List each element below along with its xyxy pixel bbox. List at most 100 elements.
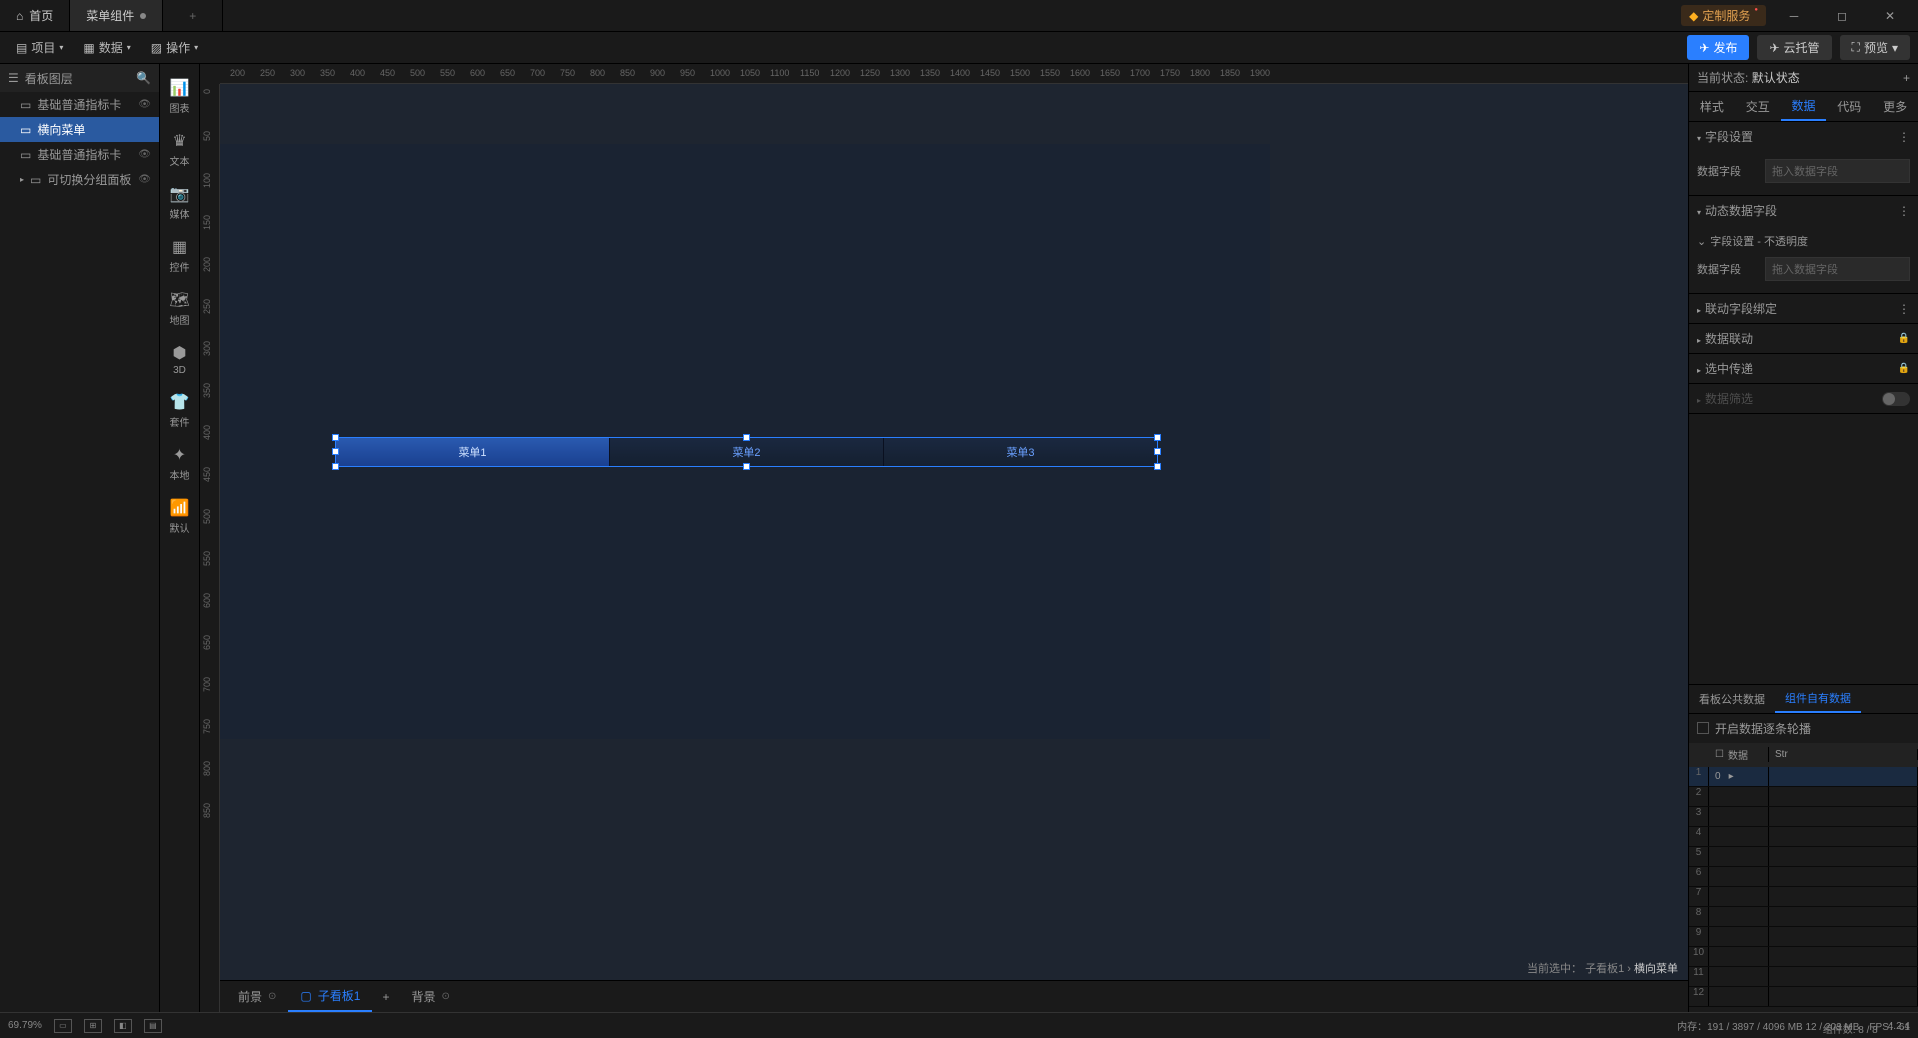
minimize-button[interactable]: ─ [1774,0,1814,32]
layer-item-1[interactable]: ▭横向菜单 [0,117,159,142]
resize-handle-tl[interactable] [332,434,339,441]
grid-cell[interactable]: 0▸ [1709,767,1769,786]
comp-media[interactable]: 📷媒体 [160,176,199,229]
resize-handle-tc[interactable] [743,434,750,441]
grid-cell[interactable] [1709,927,1769,946]
grid-cell[interactable] [1769,787,1918,806]
breadcrumb-path1[interactable]: 子看板1 [1585,963,1624,975]
prop-tab-2[interactable]: 数据 [1781,92,1827,121]
eye-icon[interactable]: 👁 [138,99,151,110]
more-icon[interactable]: ⋮ [1898,204,1910,218]
sub-opacity[interactable]: ⌄字段设置 - 不透明度 [1697,229,1910,253]
grid-cell[interactable] [1709,967,1769,986]
add-state-icon[interactable]: + [1903,71,1910,85]
grid-cell[interactable] [1709,787,1769,806]
resize-handle-mr[interactable] [1154,448,1161,455]
grid-row[interactable]: 8 [1689,907,1918,927]
resize-handle-ml[interactable] [332,448,339,455]
grid-cell[interactable] [1709,907,1769,926]
grid-cell[interactable] [1769,867,1918,886]
status-icon-2[interactable]: ⊞ [84,1019,102,1033]
tab-active[interactable]: 菜单组件 [70,0,163,31]
grid-row[interactable]: 4 [1689,827,1918,847]
prop-tab-4[interactable]: 更多 [1872,92,1918,121]
menu-project[interactable]: ▤ 项目 ▾ [8,35,71,60]
grid-col-data[interactable]: ☐ 数据 [1709,747,1769,762]
resize-handle-bc[interactable] [743,463,750,470]
canvas-tab-front[interactable]: 前景 ⊙ [226,982,288,1011]
grid-cell[interactable] [1769,967,1918,986]
cloud-button[interactable]: ✈ 云托管 [1757,35,1831,60]
menu-tab-3[interactable]: 菜单3 [883,438,1157,466]
prop-tab-1[interactable]: 交互 [1735,92,1781,121]
grid-cell[interactable] [1769,887,1918,906]
section-header-datafilter[interactable]: ▸数据筛选 [1689,384,1918,413]
grid-cell[interactable] [1709,847,1769,866]
section-header-linked[interactable]: ▸联动字段绑定 ⋮ [1689,294,1918,323]
prop-tab-0[interactable]: 样式 [1689,92,1735,121]
status-icon-1[interactable]: ▭ [54,1019,72,1033]
more-icon[interactable]: ⋮ [1898,130,1910,144]
grid-cell[interactable] [1709,827,1769,846]
grid-cell[interactable] [1769,927,1918,946]
grid-cell[interactable] [1709,987,1769,1006]
close-button[interactable]: ✕ [1870,0,1910,32]
layer-item-2[interactable]: ▭基础普通指标卡👁 [0,142,159,167]
comp-map[interactable]: 🗺地图 [160,282,199,335]
grid-row[interactable]: 10▸ [1689,767,1918,787]
grid-row[interactable]: 7 [1689,887,1918,907]
grid-row[interactable]: 12 [1689,987,1918,1007]
tab-new[interactable]: + [163,0,223,31]
resize-handle-tr[interactable] [1154,434,1161,441]
tab-home[interactable]: ⌂ 首页 [0,0,70,31]
grid-cell[interactable] [1769,767,1918,786]
zoom-level[interactable]: 69.79% [8,1020,42,1031]
grid-cell[interactable] [1709,887,1769,906]
canvas-content[interactable]: 菜单1 菜单2 菜单3 当前选中： 子看板1 › 横向菜单 [220,84,1688,1012]
grid-cell[interactable] [1769,807,1918,826]
comp-local[interactable]: ✦本地 [160,437,199,490]
grid-row[interactable]: 3 [1689,807,1918,827]
comp-control[interactable]: ▦控件 [160,229,199,282]
layer-item-0[interactable]: ▭基础普通指标卡👁 [0,92,159,117]
grid-row[interactable]: 10 [1689,947,1918,967]
grid-row[interactable]: 6 [1689,867,1918,887]
data-field-input[interactable]: 拖入数据字段 [1765,159,1910,183]
loop-checkbox-row[interactable]: 开启数据逐条轮播 [1689,714,1918,743]
grid-row[interactable]: 9 [1689,927,1918,947]
data-tab-public[interactable]: 看板公共数据 [1689,685,1775,713]
grid-col-str[interactable]: Str [1769,749,1918,760]
grid-row[interactable]: 11 [1689,967,1918,987]
data-field-input-2[interactable]: 拖入数据字段 [1765,257,1910,281]
layer-item-3[interactable]: ▸▭可切换分组面板 (...👁 [0,167,159,192]
data-tab-component[interactable]: 组件自有数据 [1775,685,1861,713]
resize-handle-bl[interactable] [332,463,339,470]
comp-kit[interactable]: 👕套件 [160,384,199,437]
section-header-datalink[interactable]: ▸数据联动 🔒 [1689,324,1918,353]
loop-checkbox[interactable] [1697,722,1709,734]
eye-icon[interactable]: 👁 [138,174,151,185]
section-header-selectpass[interactable]: ▸选中传递 🔒 [1689,354,1918,383]
menu-data[interactable]: ▦ 数据 ▾ [75,35,138,60]
menu-tab-2[interactable]: 菜单2 [609,438,883,466]
publish-button[interactable]: ✈ 发布 [1687,35,1749,60]
menu-widget[interactable]: 菜单1 菜单2 菜单3 [335,437,1158,467]
eye-icon[interactable]: 👁 [138,149,151,160]
section-header-field[interactable]: ▾字段设置 ⋮ [1689,122,1918,151]
status-icon-4[interactable]: ▤ [144,1019,162,1033]
grid-row[interactable]: 2 [1689,787,1918,807]
canvas-tab-add[interactable]: + [372,984,399,1010]
data-filter-toggle[interactable] [1882,392,1910,406]
grid-cell[interactable] [1769,987,1918,1006]
more-icon[interactable]: ⋮ [1898,302,1910,316]
comp-text[interactable]: ♛文本 [160,123,199,176]
search-icon[interactable]: 🔍 [136,71,151,85]
comp-default[interactable]: 📶默认 [160,490,199,543]
menu-operate[interactable]: ▨ 操作 ▾ [143,35,206,60]
section-header-dynamic[interactable]: ▾动态数据字段 ⋮ [1689,196,1918,225]
menu-tab-1[interactable]: 菜单1 [336,438,609,466]
grid-cell[interactable] [1769,847,1918,866]
canvas-tab-back[interactable]: 背景 ⊙ [399,982,461,1011]
canvas-tab-sub[interactable]: ▢ 子看板1 [288,981,372,1012]
maximize-button[interactable]: ◻ [1822,0,1862,32]
